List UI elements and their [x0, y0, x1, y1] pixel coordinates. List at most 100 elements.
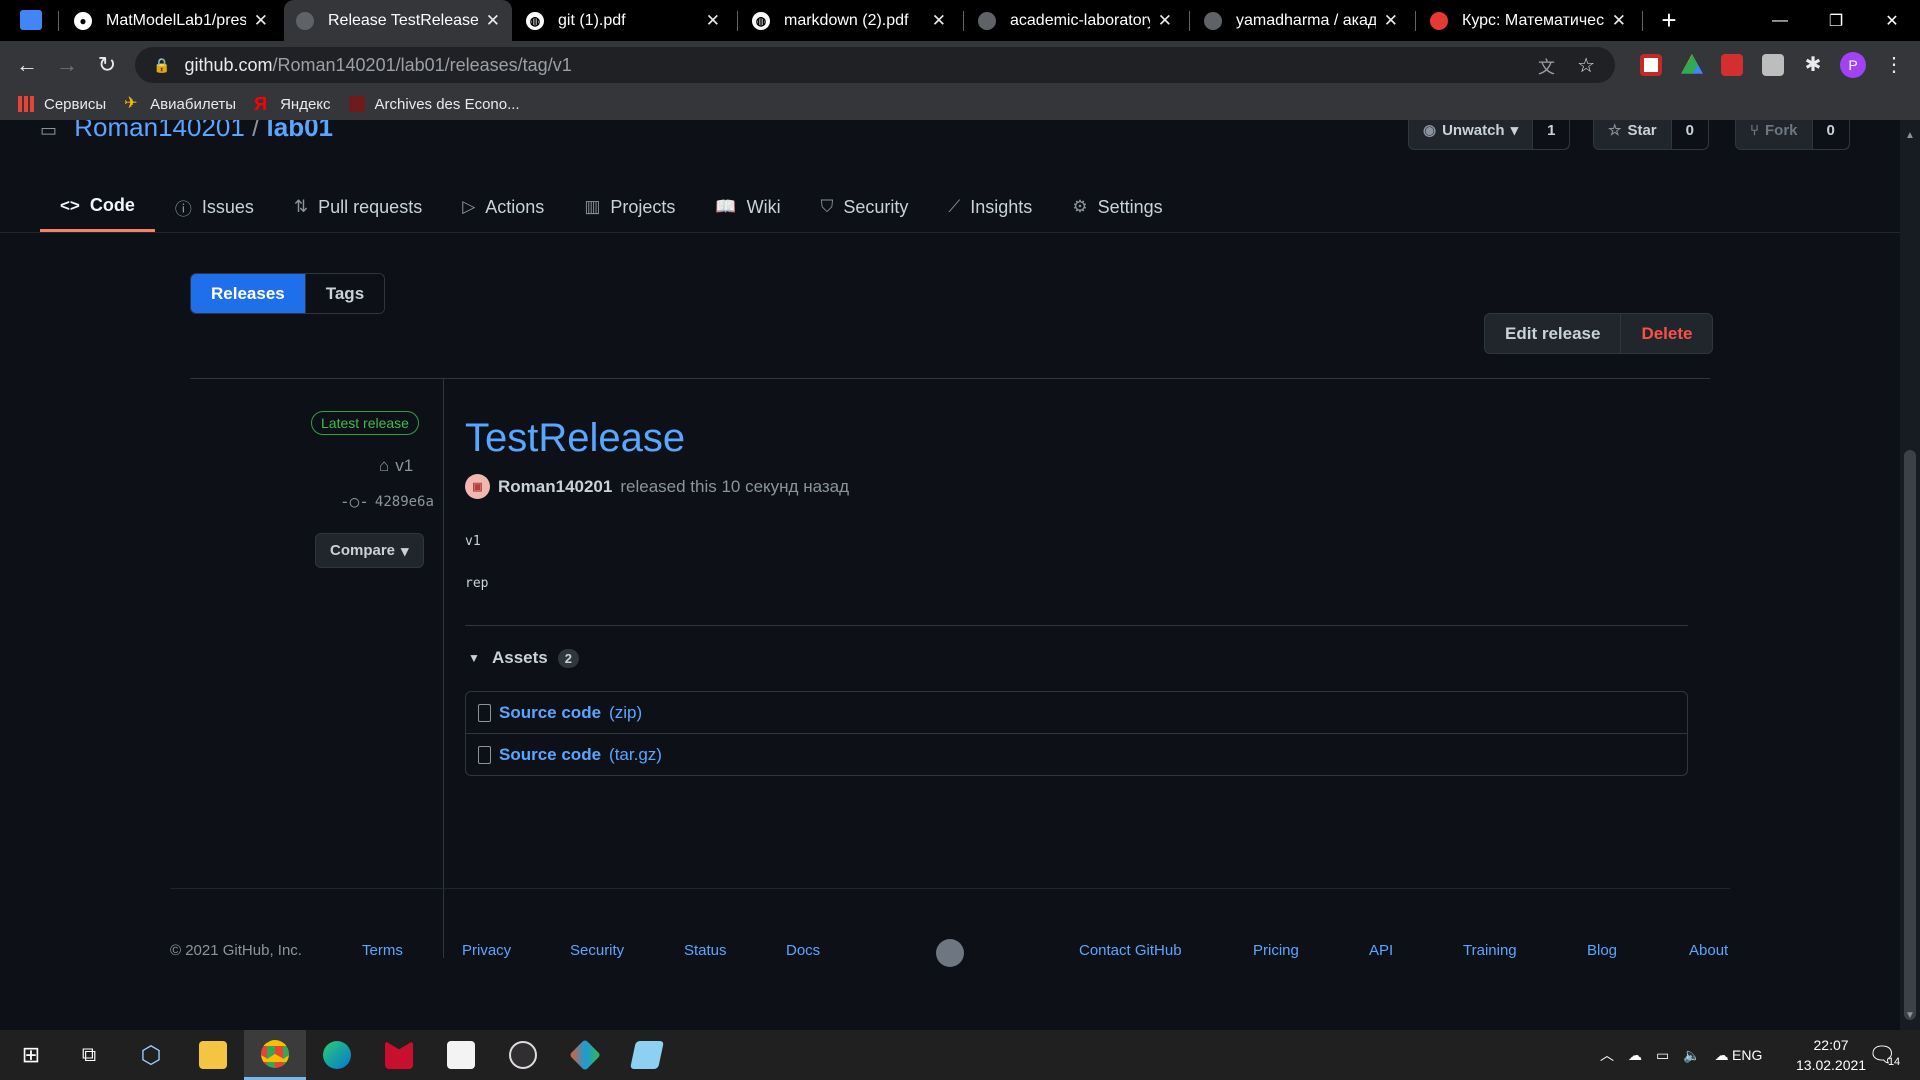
browser-menu-icon[interactable]: ⋮ [1884, 52, 1904, 77]
footer-link-training[interactable]: Training [1463, 942, 1517, 959]
close-icon[interactable]: ✕ [1612, 11, 1626, 31]
extension-red-icon[interactable] [1721, 54, 1743, 76]
repo-owner-link[interactable]: Roman140201 [74, 120, 245, 142]
notifications-button[interactable]: 🗨 14 [1868, 1030, 1900, 1080]
browser-tab[interactable]: Курс: Математическо ✕ [1418, 0, 1638, 41]
star-button[interactable]: ☆ Star 0 [1593, 120, 1709, 150]
onedrive-icon[interactable]: ☁ [1715, 1047, 1729, 1064]
repo-name-link[interactable]: lab01 [267, 120, 334, 142]
footer-link-terms[interactable]: Terms [362, 942, 403, 959]
start-button[interactable]: ⊞ [0, 1030, 62, 1080]
profile-avatar[interactable]: P [1840, 52, 1866, 78]
close-icon[interactable]: ✕ [932, 11, 946, 31]
tab-actions[interactable]: ▷ Actions [442, 182, 564, 232]
tab-code[interactable]: <> Code [40, 182, 155, 232]
github-logo-icon[interactable] [936, 939, 964, 967]
tab-insights[interactable]: ⟋ Insights [928, 182, 1052, 232]
close-icon[interactable]: ✕ [254, 11, 268, 31]
browser-tab-active[interactable]: Release TestRelease · R ✕ [284, 0, 512, 41]
scroll-up-icon[interactable]: ▲ [1905, 130, 1915, 141]
tags-tab[interactable]: Tags [304, 274, 385, 313]
chevron-up-icon[interactable]: ︿ [1600, 1045, 1614, 1065]
release-title[interactable]: TestRelease [465, 416, 685, 461]
address-bar[interactable]: 🔒 github.com/Roman140201/lab01/releases/… [135, 47, 1615, 83]
footer-link-privacy[interactable]: Privacy [462, 942, 511, 959]
asset-name[interactable]: Source code [499, 703, 601, 723]
tab-wiki[interactable]: 📖 Wiki [695, 182, 800, 232]
close-icon[interactable]: ✕ [1158, 11, 1172, 31]
release-commit[interactable]: -○- 4289e6a [340, 492, 434, 511]
tab-settings[interactable]: ⚙ Settings [1052, 182, 1182, 232]
footer-link-docs[interactable]: Docs [786, 942, 820, 959]
new-tab-plus-icon[interactable]: + [1655, 5, 1683, 35]
extension-gray-icon[interactable] [1762, 54, 1784, 76]
minimize-icon[interactable]: — [1752, 0, 1808, 41]
browser-tab[interactable]: ● MatModelLab1/prese ✕ [62, 0, 280, 41]
tab-issues[interactable]: ⓘ Issues [155, 182, 274, 232]
browser-tab[interactable]: yamadharma / акаде ✕ [1192, 0, 1410, 41]
compare-button[interactable]: Compare ▾ [315, 533, 424, 568]
fork-button[interactable]: ⑂ Fork 0 [1735, 120, 1850, 150]
browser-tab[interactable]: ◍ git (1).pdf ✕ [514, 0, 732, 41]
cloud-icon[interactable]: ☁ [1628, 1047, 1642, 1064]
language-indicator[interactable]: ENG [1732, 1030, 1762, 1080]
close-window-icon[interactable]: ✕ [1864, 0, 1920, 41]
releases-tab[interactable]: Releases [191, 274, 305, 313]
restore-icon[interactable]: ❐ [1808, 0, 1864, 41]
bookmark-star-icon[interactable]: ☆ [1577, 53, 1595, 78]
edit-release-button[interactable]: Edit release [1485, 314, 1620, 353]
bookmark-item[interactable]: Archives des Econo... [348, 96, 520, 113]
close-icon[interactable]: ✕ [706, 11, 720, 31]
footer-link-security[interactable]: Security [570, 942, 624, 959]
file-explorer-icon[interactable] [182, 1030, 244, 1080]
bookmark-item[interactable]: Я Яндекс [254, 95, 330, 113]
store-icon[interactable] [430, 1030, 492, 1080]
back-arrow-icon[interactable]: ← [13, 51, 41, 79]
volume-icon[interactable]: 🔈 [1683, 1047, 1700, 1064]
asset-name[interactable]: Source code [499, 745, 601, 765]
footer-link-about[interactable]: About [1689, 942, 1728, 959]
asset-format[interactable]: (zip) [609, 703, 642, 723]
notepad-icon[interactable] [616, 1030, 678, 1080]
extensions-puzzle-icon[interactable]: ✱ [1802, 54, 1824, 76]
close-icon[interactable]: ✕ [1384, 11, 1398, 31]
tab-pull-requests[interactable]: ⇅ Pull requests [274, 182, 442, 232]
virtualbox-icon[interactable]: ⬡ [120, 1030, 182, 1080]
extension-pocket-icon[interactable] [1640, 54, 1662, 76]
footer-link-status[interactable]: Status [684, 942, 727, 959]
watch-count[interactable]: 1 [1532, 120, 1570, 149]
scroll-down-icon[interactable]: ▼ [1905, 1010, 1915, 1021]
close-icon[interactable]: ✕ [486, 11, 500, 31]
delete-button[interactable]: Delete [1620, 314, 1712, 353]
assets-toggle[interactable]: ▼ Assets 2 [468, 648, 579, 668]
fork-count[interactable]: 0 [1811, 120, 1849, 149]
task-view-icon[interactable]: ⧉ [58, 1030, 120, 1080]
watch-button[interactable]: ◉ Unwatch ▾ 1 [1408, 120, 1571, 150]
chrome-icon[interactable] [244, 1030, 306, 1080]
author-link[interactable]: Roman140201 [498, 477, 612, 497]
tab-security[interactable]: ⛉ Security [801, 182, 929, 232]
bookmark-item[interactable]: ✈ Авиабилеты [124, 96, 236, 113]
footer-link-api[interactable]: API [1369, 942, 1393, 959]
forward-arrow-icon[interactable]: → [53, 51, 81, 79]
reload-icon[interactable]: ↻ [93, 51, 121, 79]
network-icon[interactable]: ▭ [1656, 1047, 1669, 1064]
scrollbar-thumb[interactable] [1904, 450, 1916, 1020]
google-translate-icon[interactable] [20, 10, 42, 30]
page-scrollbar[interactable]: ▲ ▼ [1900, 120, 1920, 1030]
mcafee-icon[interactable] [368, 1030, 430, 1080]
clock[interactable]: 22:07 13.02.2021 [1796, 1030, 1866, 1080]
asset-row[interactable]: Source code (zip) [466, 692, 1687, 734]
obs-icon[interactable] [492, 1030, 554, 1080]
release-tag[interactable]: ⌂ v1 [379, 456, 413, 476]
asset-format[interactable]: (tar.gz) [609, 745, 662, 765]
footer-link-contact[interactable]: Contact GitHub [1079, 942, 1182, 959]
gitkraken-icon[interactable] [554, 1030, 616, 1080]
translate-icon[interactable]: 文 [1538, 53, 1555, 78]
footer-link-blog[interactable]: Blog [1587, 942, 1617, 959]
bookmark-item[interactable]: Сервисы [18, 96, 106, 113]
avatar[interactable]: ▣ [465, 474, 490, 499]
star-count[interactable]: 0 [1670, 120, 1708, 149]
edge-icon[interactable] [306, 1030, 368, 1080]
asset-row[interactable]: Source code (tar.gz) [466, 734, 1687, 776]
